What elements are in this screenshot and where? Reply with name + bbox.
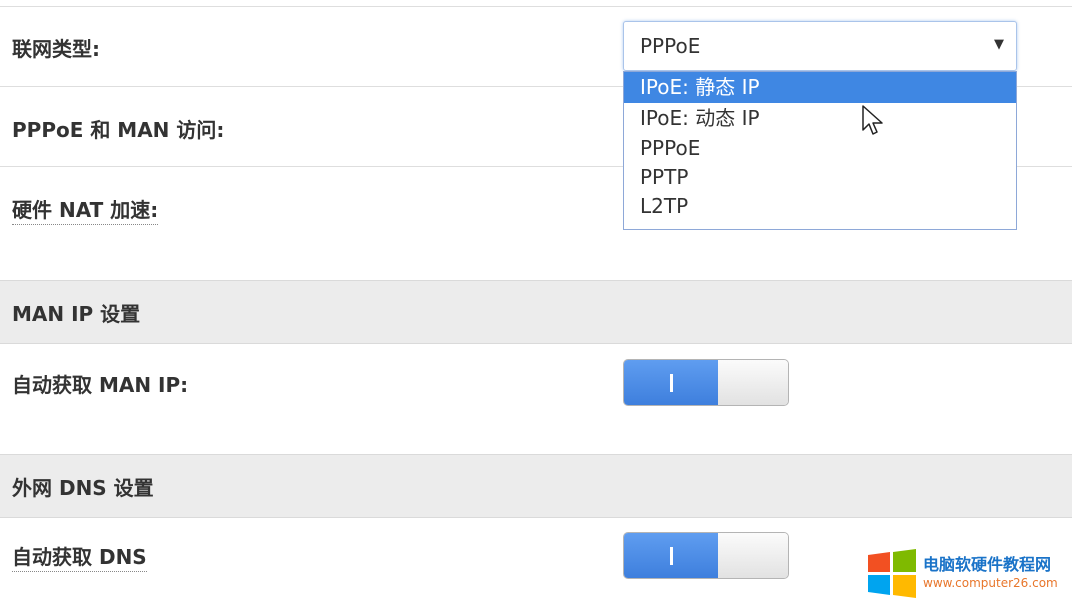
option-pppoe[interactable]: PPPoE: [624, 134, 1016, 163]
option-ipoe-static[interactable]: IPoE: 静态 IP: [624, 72, 1016, 103]
hardware-nat-label: 硬件 NAT 加速:: [12, 194, 159, 225]
row-divider: [0, 6, 1072, 7]
toggle-on-indicator: [670, 374, 673, 392]
toggle-off-segment: [718, 533, 788, 578]
toggle-off-segment: [718, 360, 788, 405]
windows-logo-icon: [868, 549, 916, 598]
auto-man-ip-label: 自动获取 MAN IP:: [12, 373, 189, 397]
option-pptp[interactable]: PPTP: [624, 163, 1016, 192]
auto-man-ip-toggle[interactable]: [623, 359, 789, 406]
toggle-on-segment: [624, 533, 721, 578]
wan-dns-section-header: 外网 DNS 设置: [0, 454, 1072, 518]
man-ip-section-header: MAN IP 设置: [0, 280, 1072, 344]
toggle-on-segment: [624, 360, 721, 405]
mouse-pointer-icon: [862, 105, 883, 135]
pppoe-man-access-label: PPPoE 和 MAN 访问:: [12, 118, 225, 142]
wan-type-select[interactable]: PPPoE ▼: [623, 21, 1017, 71]
wan-type-selected-value: PPPoE: [640, 34, 701, 58]
watermark: 电脑软硬件教程网 www.computer26.com: [866, 549, 1072, 601]
auto-dns-toggle[interactable]: [623, 532, 789, 579]
toggle-on-indicator: [670, 547, 673, 565]
option-ipoe-dynamic[interactable]: IPoE: 动态 IP: [624, 103, 1016, 134]
watermark-url: www.computer26.com: [923, 576, 1058, 590]
watermark-site-name: 电脑软硬件教程网: [923, 555, 1052, 574]
chevron-down-icon: ▼: [994, 37, 1004, 52]
option-l2tp[interactable]: L2TP: [624, 192, 1016, 221]
wan-dns-section-title: 外网 DNS 设置: [12, 476, 154, 500]
wan-type-label: 联网类型:: [12, 37, 100, 61]
man-ip-section-title: MAN IP 设置: [12, 302, 141, 326]
wan-type-dropdown: IPoE: 静态 IP IPoE: 动态 IP PPPoE PPTP L2TP: [623, 71, 1017, 230]
auto-dns-label: 自动获取 DNS: [12, 541, 147, 572]
